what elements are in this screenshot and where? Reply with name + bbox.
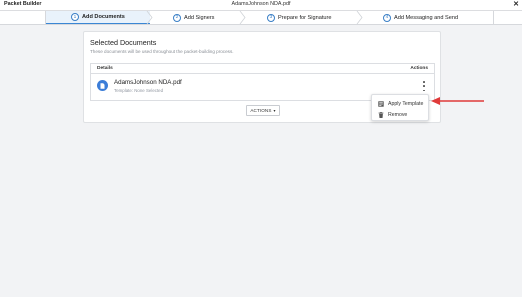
chevron-down-icon: ▾ — [273, 108, 276, 113]
close-icon[interactable]: ✕ — [513, 0, 519, 10]
menu-item-apply-template[interactable]: Apply Template — [372, 98, 428, 109]
document-icon — [97, 80, 108, 91]
step-progress-bar: 1 Add Documents 2 Add Signers 3 Prepare … — [0, 11, 522, 25]
template-icon — [378, 100, 384, 107]
step-number: 3 — [267, 13, 275, 22]
file-template: Template: None Selected — [114, 88, 164, 93]
card-title: Selected Documents — [90, 38, 157, 47]
column-header-actions: Actions — [410, 66, 428, 71]
trash-icon — [378, 111, 384, 118]
row-actions-kebab-icon[interactable] — [422, 81, 426, 91]
step-add-signers[interactable]: 2 Add Signers — [152, 11, 242, 24]
row-context-menu: Apply Template Remove — [371, 94, 429, 121]
column-header-details: Details — [97, 66, 113, 71]
table-header: Details Actions — [91, 64, 434, 74]
title-bar: Packet Builder AdamsJohnson NDA.pdf ✕ — [0, 0, 522, 11]
step-label: Add Messaging and Send — [394, 14, 459, 21]
menu-item-label: Apply Template — [388, 100, 424, 107]
annotation-arrow-icon — [431, 97, 484, 105]
step-label: Prepare for Signature — [278, 14, 332, 21]
step-label: Add Documents — [82, 14, 125, 20]
step-add-documents[interactable]: 1 Add Documents — [46, 11, 150, 24]
step-prepare-for-signature[interactable]: 3 Prepare for Signature — [246, 11, 358, 24]
step-number: 2 — [173, 13, 181, 22]
step-rail: 1 Add Documents 2 Add Signers 3 Prepare … — [45, 11, 494, 24]
actions-button-label: ACTIONS — [250, 108, 272, 113]
menu-item-remove[interactable]: Remove — [372, 109, 428, 120]
step-number: 1 — [71, 13, 79, 21]
step-add-messaging-and-send[interactable]: 4 Add Messaging and Send — [362, 11, 492, 24]
actions-dropdown-button[interactable]: ACTIONS ▾ — [246, 105, 280, 116]
file-name: AdamsJohnson NDA.pdf — [114, 79, 182, 86]
step-label: Add Signers — [184, 14, 215, 21]
card-subtitle: These documents will be used throughout … — [90, 49, 234, 54]
menu-item-label: Remove — [388, 111, 408, 118]
step-separator-icon — [239, 11, 246, 24]
step-number: 4 — [383, 13, 391, 22]
document-title: AdamsJohnson NDA.pdf — [231, 1, 291, 7]
